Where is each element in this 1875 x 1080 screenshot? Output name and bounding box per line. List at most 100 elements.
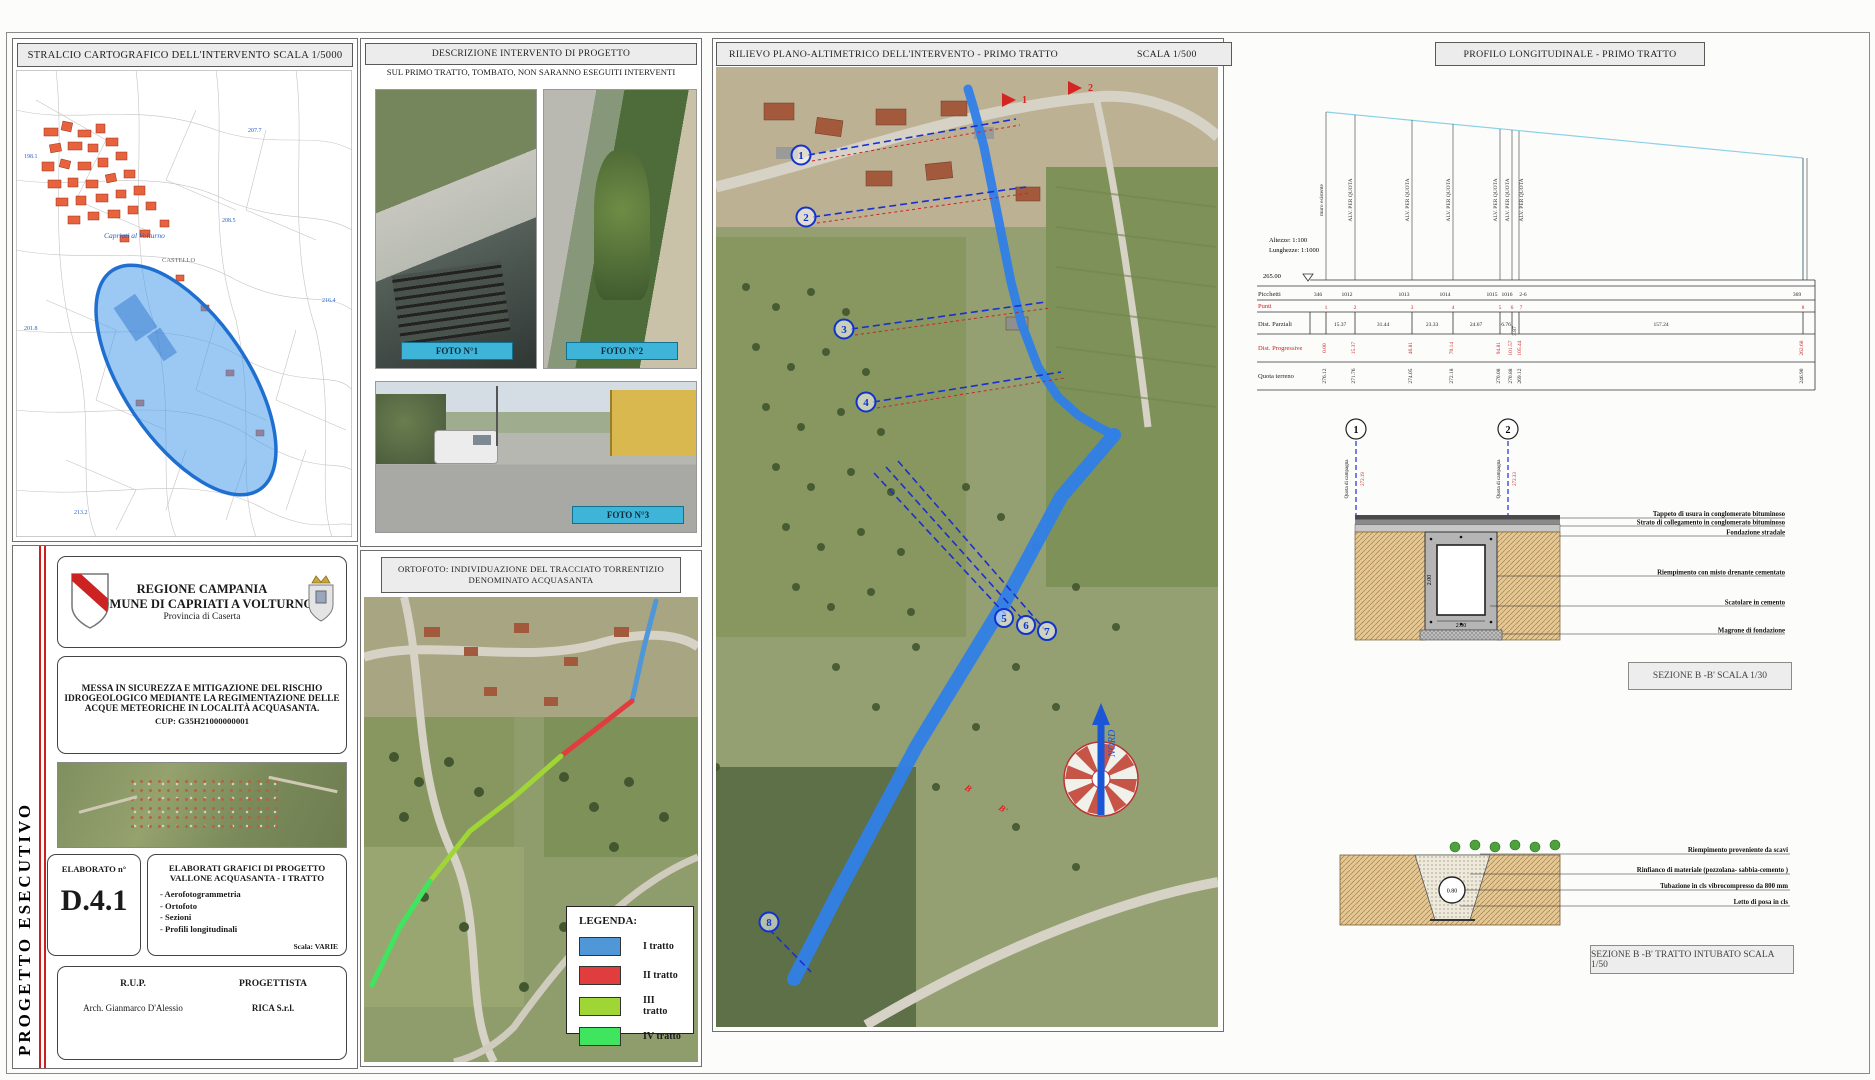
marker-4: 4 bbox=[863, 397, 869, 409]
cell: 262.68 bbox=[1799, 340, 1805, 355]
sezione1-structure: 2.00 2.00 bbox=[1355, 515, 1560, 640]
provincia-label: Provincia di Caserta bbox=[163, 612, 240, 622]
cell: 1014 bbox=[1440, 292, 1451, 298]
elaborati-title: VALLONE ACQUASANTA - I TRATTO bbox=[148, 873, 346, 883]
scala-note: Scala: VARIE bbox=[293, 942, 338, 951]
station-label: muro esistente bbox=[1319, 183, 1325, 215]
cell: 272.18 bbox=[1449, 368, 1455, 383]
legend-swatch-iii bbox=[579, 997, 621, 1016]
station-label: ALV. PER QUOTA bbox=[1519, 178, 1525, 221]
sezione2-plants bbox=[1450, 840, 1560, 852]
cell: 369 bbox=[1793, 292, 1802, 298]
rilievo-title: RILIEVO PLANO-ALTIMETRICO DELL'INTERVENT… bbox=[729, 49, 1058, 60]
label: Scatolare in cemento bbox=[1725, 600, 1786, 607]
elab-item: - Aerofotogrammetria bbox=[160, 889, 346, 901]
station-verticals bbox=[1326, 112, 1807, 280]
photo2-label: FOTO N°2 bbox=[566, 342, 678, 360]
sezione1-marker-1: 1 bbox=[1354, 425, 1359, 436]
map-quota: 201.8 bbox=[24, 326, 38, 332]
map-quota: 208.5 bbox=[222, 218, 236, 224]
red-rule-1 bbox=[39, 546, 41, 1068]
legend-swatch-i bbox=[579, 937, 621, 956]
elaborato-label: ELABORATO n° bbox=[48, 864, 140, 874]
cell: 1015 bbox=[1487, 292, 1498, 298]
cell: 271.76 bbox=[1351, 368, 1357, 383]
ortofoto-title-line2: DENOMINATO ACQUASANTA bbox=[469, 575, 594, 586]
marker-1: 1 bbox=[798, 150, 804, 162]
station-label: ALV. PER QUOTA bbox=[1405, 178, 1411, 221]
comune-crest bbox=[304, 573, 338, 625]
cell: 0.00 bbox=[1322, 343, 1328, 353]
profilo-alt-note: Altezze: 1:100 bbox=[1269, 237, 1307, 244]
cell: 101.57 bbox=[1508, 340, 1514, 355]
photo-3: FOTO N°3 bbox=[375, 381, 697, 533]
compass-north-label: NORD bbox=[1107, 729, 1118, 758]
cell: 46.81 bbox=[1408, 342, 1414, 355]
comune-label: COMUNE DI CAPRIATI A VOLTURNO bbox=[91, 597, 313, 612]
profilo-len-note: Lunghezze: 1:1000 bbox=[1269, 247, 1319, 254]
quota-value-2: 272.33 bbox=[1513, 472, 1518, 486]
sezione1-labels: Tappeto di usura in conglomerato bitumin… bbox=[1637, 511, 1786, 635]
map-label-town: Capriati al Volturno bbox=[104, 231, 165, 240]
station-label: ALV. PER QUOTA bbox=[1348, 178, 1354, 221]
descrizione-subtitle: SUL PRIMO TRATTO, TOMBATO, NON SARANNO E… bbox=[361, 67, 701, 77]
legend-title: LEGENDA: bbox=[579, 915, 693, 927]
cell: 270.88 bbox=[1508, 368, 1514, 383]
cell: 15.37 bbox=[1334, 322, 1347, 328]
sezione1-drawing: 1 2 Quota di campagna 272.19 Quota di ca… bbox=[1330, 415, 1800, 700]
oggetto-line: MESSA IN SICUREZZA E MITIGAZIONE DEL RIS… bbox=[82, 684, 323, 694]
profilo-drawing: muro esistente ALV. PER QUOTA ALV. PER Q… bbox=[1255, 90, 1835, 410]
map-quota: 198.1 bbox=[24, 154, 38, 160]
cell: 6.76 bbox=[1501, 322, 1511, 328]
ente-box: REGIONE CAMPANIA COMUNE DI CAPRIATI A VO… bbox=[57, 556, 347, 648]
cell: 70.14 bbox=[1449, 342, 1455, 355]
elaborati-title: ELABORATI GRAFICI DI PROGETTO bbox=[148, 863, 346, 873]
titleblock-aerial-photo bbox=[57, 762, 347, 848]
panel-descrizione: DESCRIZIONE INTERVENTO DI PROGETTO SUL P… bbox=[360, 38, 702, 547]
marker-3: 3 bbox=[841, 324, 847, 336]
quota-value-1: 272.19 bbox=[1361, 472, 1366, 486]
cell: 274.05 bbox=[1408, 368, 1414, 383]
sezione1-markers: 1 2 Quota di campagna 272.19 Quota di ca… bbox=[1345, 419, 1518, 515]
map-quota: 216.4 bbox=[322, 298, 336, 304]
progetto-esecutivo-label: PROGETTO ESECUTIVO bbox=[15, 696, 35, 1056]
cell: 1012 bbox=[1342, 292, 1353, 298]
photo1-grate bbox=[392, 261, 511, 346]
triangle-2: 2 bbox=[1088, 83, 1093, 94]
row-label: Quota terreno bbox=[1258, 373, 1294, 380]
cell: 15.37 bbox=[1351, 342, 1357, 355]
cell: 8 bbox=[1802, 305, 1805, 311]
cell: 1016 bbox=[1502, 292, 1513, 298]
rilievo-scale: SCALA 1/500 bbox=[1137, 49, 1197, 60]
aerial-road bbox=[268, 776, 337, 793]
photo1-label: FOTO N°1 bbox=[401, 342, 513, 360]
row-label: Picchetti bbox=[1258, 291, 1281, 298]
ortofoto-title-line1: ORTOFOTO: INDIVIDUAZIONE DEL TRACCIATO T… bbox=[398, 564, 664, 575]
cell: 4 bbox=[1452, 305, 1455, 311]
title-block: PROGETTO ESECUTIVO REGIONE CAMPANIA COMU… bbox=[12, 545, 358, 1069]
legend-label-ii: II tratto bbox=[643, 970, 678, 981]
cell: 1013 bbox=[1399, 292, 1410, 298]
label: Tappeto di usura in conglomerato bitumin… bbox=[1653, 511, 1786, 518]
cell: 105.44 bbox=[1517, 340, 1523, 355]
profilo-datum: 265.00 bbox=[1263, 273, 1281, 280]
cell: 346 bbox=[1314, 292, 1323, 298]
legend-swatch-ii bbox=[579, 966, 621, 985]
firms-box: R.U.P. Arch. Gianmarco D'Alessio PROGETT… bbox=[57, 966, 347, 1060]
cell: 2-6 bbox=[1519, 292, 1527, 298]
station-label: ALV. PER QUOTA bbox=[1493, 178, 1499, 221]
station-label: ALV. PER QUOTA bbox=[1505, 178, 1511, 221]
regione-label: REGIONE CAMPANIA bbox=[137, 582, 268, 597]
oggetto-line: ACQUE METEORICHE IN LOCALITÀ ACQUASANTA. bbox=[85, 704, 320, 714]
cell: 6 bbox=[1511, 305, 1514, 311]
photo3-label: FOTO N°3 bbox=[572, 506, 684, 524]
photo-1: FOTO N°1 bbox=[375, 89, 537, 369]
sezione1-marker-2: 2 bbox=[1506, 425, 1511, 436]
progettista-name: RICA S.r.l. bbox=[252, 1003, 294, 1013]
profilo-title: PROFILO LONGITUDINALE - PRIMO TRATTO bbox=[1435, 42, 1705, 66]
panel-rilievo: RILIEVO PLANO-ALTIMETRICO DELL'INTERVENT… bbox=[712, 38, 1224, 1032]
rilievo-map: 1 2 3 4 5 6 7 8 1 2 B B' bbox=[716, 67, 1218, 1027]
marker-6: 6 bbox=[1023, 620, 1029, 632]
map-quota: 213.2 bbox=[74, 510, 88, 516]
legend-label-i: I tratto bbox=[643, 941, 674, 952]
